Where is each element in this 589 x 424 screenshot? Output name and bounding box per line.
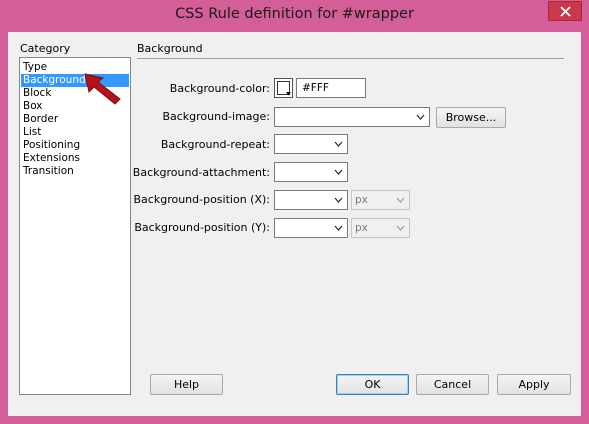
swatch-arrow-icon xyxy=(286,92,291,96)
background-position-y-unit: px xyxy=(355,222,368,234)
browse-button[interactable]: Browse... xyxy=(436,107,506,128)
close-icon xyxy=(559,5,571,17)
category-item-transition[interactable]: Transition xyxy=(21,165,129,178)
help-button[interactable]: Help xyxy=(150,374,223,395)
background-position-y-select[interactable] xyxy=(274,218,348,238)
chevron-down-icon xyxy=(334,225,343,231)
background-position-x-select[interactable] xyxy=(274,190,348,210)
background-image-select[interactable] xyxy=(274,107,430,127)
cancel-button[interactable]: Cancel xyxy=(416,374,489,395)
background-position-x-unit: px xyxy=(355,194,368,206)
chevron-down-icon xyxy=(416,114,425,120)
background-position-y-unit-select[interactable]: px xyxy=(351,218,410,238)
title-bar: CSS Rule definition for #wrapper xyxy=(0,0,589,32)
background-color-swatch[interactable] xyxy=(274,78,293,98)
background-attachment-select[interactable] xyxy=(274,162,348,182)
background-position-x-unit-select[interactable]: px xyxy=(351,190,410,210)
background-color-label: Background-color: xyxy=(169,82,270,95)
chevron-down-icon xyxy=(334,197,343,203)
chevron-down-icon xyxy=(334,141,343,147)
background-attachment-label: Background-attachment: xyxy=(132,166,270,179)
background-repeat-label: Background-repeat: xyxy=(160,138,270,151)
window-title: CSS Rule definition for #wrapper xyxy=(175,6,414,22)
section-heading: Background xyxy=(137,42,203,55)
chevron-down-icon xyxy=(396,225,405,231)
background-image-label: Background-image: xyxy=(162,110,270,123)
chevron-down-icon xyxy=(396,197,405,203)
background-repeat-select[interactable] xyxy=(274,134,348,154)
category-item-list[interactable]: List xyxy=(21,126,129,139)
category-item-border[interactable]: Border xyxy=(21,113,129,126)
category-list[interactable]: Type Background Block Box Border List Po… xyxy=(19,57,131,395)
close-button[interactable] xyxy=(548,1,582,21)
background-position-y-label: Background-position (Y): xyxy=(134,221,270,234)
chevron-down-icon xyxy=(334,169,343,175)
dialog-window: CSS Rule definition for #wrapper Categor… xyxy=(0,0,589,424)
background-color-input[interactable]: #FFF xyxy=(296,78,366,98)
ok-button[interactable]: OK xyxy=(336,374,409,395)
background-color-value: #FFF xyxy=(302,82,329,94)
category-heading: Category xyxy=(20,42,71,55)
category-item-positioning[interactable]: Positioning xyxy=(21,139,129,152)
apply-button[interactable]: Apply xyxy=(497,374,571,395)
red-arrow-pointer-icon xyxy=(84,73,121,105)
category-item-extensions[interactable]: Extensions xyxy=(21,152,129,165)
background-position-x-label: Background-position (X): xyxy=(133,193,271,206)
section-divider xyxy=(137,58,564,59)
